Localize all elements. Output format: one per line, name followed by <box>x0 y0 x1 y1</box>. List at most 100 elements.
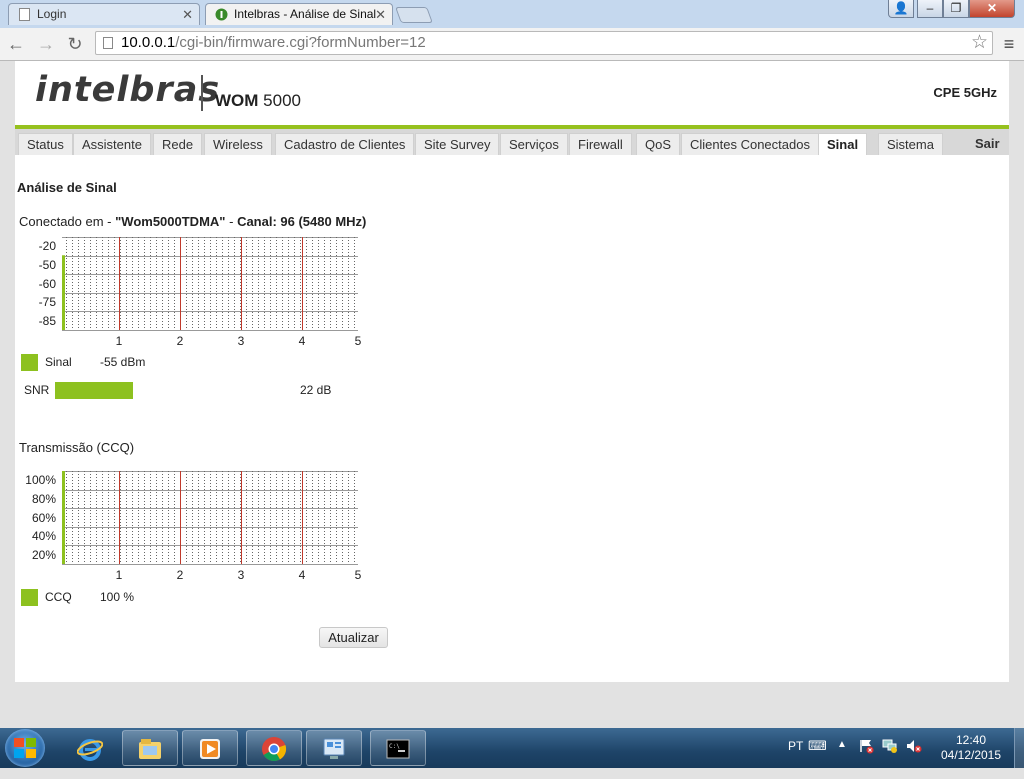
clock-date: 04/12/2015 <box>940 748 1002 762</box>
close-icon[interactable]: ✕ <box>375 4 386 25</box>
device-type: CPE 5GHz <box>933 85 997 100</box>
tab-login-title: Login <box>37 7 67 21</box>
signal-legend-value: -55 dBm <box>100 355 146 369</box>
file-explorer-icon <box>139 739 161 759</box>
show-desktop-button[interactable] <box>1014 728 1024 768</box>
nav-clientes-conectados[interactable]: Clientes Conectados <box>681 133 819 155</box>
snr-value: 22 dB <box>300 383 332 397</box>
y-tick-label: 60% <box>32 511 56 525</box>
x-tick-label: 4 <box>299 568 306 582</box>
forward-icon[interactable]: → <box>34 33 58 55</box>
taskbar-explorer[interactable] <box>122 730 178 766</box>
clock-time: 12:40 <box>955 733 987 747</box>
x-tick-label: 1 <box>116 334 123 348</box>
close-window-button[interactable]: ✕ <box>969 0 1015 18</box>
nav-status[interactable]: Status <box>18 133 73 155</box>
chart-plot-area <box>62 237 358 330</box>
ccq-legend-label: CCQ <box>45 590 72 604</box>
windows-logo-icon <box>14 738 36 758</box>
nav-site-survey[interactable]: Site Survey <box>415 133 500 155</box>
back-icon[interactable]: ← <box>4 33 28 55</box>
address-bar[interactable]: 10.0.0.1/cgi-bin/firmware.cgi?formNumber… <box>95 31 993 55</box>
y-tick-label: -75 <box>39 295 57 309</box>
x-tick-label: 5 <box>355 568 362 582</box>
menu-icon[interactable]: ≡ <box>1000 33 1018 55</box>
show-hidden-icons-icon[interactable]: ▲ <box>837 739 847 779</box>
nav-sinal[interactable]: Sinal <box>818 133 868 156</box>
ccq-title: Transmissão (CCQ) <box>19 440 135 455</box>
nav-wireless[interactable]: Wireless <box>204 133 272 155</box>
x-tick-label: 3 <box>238 334 245 348</box>
ccq-legend-value: 100 % <box>100 590 135 604</box>
action-center-flag-icon[interactable] <box>858 738 874 778</box>
logout-link[interactable]: Sair <box>975 133 1000 155</box>
nav-servicos[interactable]: Serviços <box>500 133 568 155</box>
ccq-legend-swatch <box>21 589 38 606</box>
taskbar-chrome[interactable] <box>246 730 302 766</box>
taskbar-cmd[interactable]: C:\ <box>370 730 426 766</box>
internet-explorer-icon <box>77 739 103 761</box>
system-clock[interactable]: 12:40 04/12/2015 <box>930 733 1012 763</box>
y-tick-label: -20 <box>39 239 57 253</box>
ssid: "Wom5000TDMA" <box>115 214 226 229</box>
svg-text:C:\: C:\ <box>389 743 400 750</box>
maximize-button[interactable]: ❐ <box>943 0 969 18</box>
intelbras-favicon-icon <box>215 8 228 21</box>
main-nav: Status Assistente Rede Wireless Cadastro… <box>15 129 1009 156</box>
nav-rede[interactable]: Rede <box>153 133 203 155</box>
main-content: Análise de Sinal Conectado em - "Wom5000… <box>15 155 1009 682</box>
taskbar-ie[interactable] <box>62 730 118 766</box>
tab-login[interactable]: Login ✕ <box>8 3 200 25</box>
bookmark-star-icon[interactable]: ☆ <box>971 32 988 54</box>
snr-bar <box>55 382 133 399</box>
x-tick-label: 1 <box>116 568 123 582</box>
chrome-icon <box>262 737 287 762</box>
new-tab-button[interactable] <box>395 7 433 23</box>
signal-legend-label: Sinal <box>45 355 72 369</box>
x-tick-label: 3 <box>238 568 245 582</box>
taskbar-media[interactable] <box>182 730 238 766</box>
browser-titlebar: Login ✕ Intelbras - Análise de Sinal ✕ 👤… <box>0 0 1024 28</box>
url-text[interactable]: 10.0.0.1/cgi-bin/firmware.cgi?formNumber… <box>121 34 426 51</box>
logo-divider <box>201 75 203 111</box>
nav-assistente[interactable]: Assistente <box>73 133 151 155</box>
page-header: intelbras WOM 5000 CPE 5GHz <box>15 61 1009 126</box>
page-title: Análise de Sinal <box>17 180 117 195</box>
page-icon <box>19 8 30 21</box>
taskbar-control-panel[interactable] <box>306 730 362 766</box>
y-tick-label: 100% <box>25 473 56 487</box>
language-indicator[interactable]: PT <box>788 739 803 779</box>
x-tick-label: 2 <box>177 334 184 348</box>
value-bar <box>62 471 65 564</box>
nav-firewall[interactable]: Firewall <box>569 133 632 155</box>
user-icon[interactable]: 👤 <box>888 0 914 18</box>
y-tick-label: 80% <box>32 492 56 506</box>
page-icon <box>103 37 113 49</box>
close-icon[interactable]: ✕ <box>182 4 193 25</box>
volume-muted-icon[interactable] <box>906 738 922 778</box>
y-tick-label: -60 <box>39 277 57 291</box>
y-tick-label: 20% <box>32 548 56 562</box>
nav-sistema[interactable]: Sistema <box>878 133 943 155</box>
y-tick-label: 40% <box>32 529 56 543</box>
minimize-button[interactable]: – <box>917 0 943 18</box>
model-name: WOM 5000 <box>215 91 301 110</box>
nav-qos[interactable]: QoS <box>636 133 681 155</box>
intelbras-logo: intelbras <box>35 70 221 110</box>
start-button[interactable] <box>5 729 45 767</box>
chart-plot-area <box>62 471 358 564</box>
update-button[interactable]: Atualizar <box>319 627 388 648</box>
tab-signal-analysis[interactable]: Intelbras - Análise de Sinal ✕ <box>205 3 393 25</box>
windows-taskbar: C:\ PT ⌨ ▲ 12:40 04/12/2015 <box>0 728 1024 768</box>
media-player-icon <box>200 739 220 759</box>
x-tick-label: 2 <box>177 568 184 582</box>
value-bar <box>62 255 65 330</box>
signal-chart: 1 2 3 4 5 -20 -50 -60 -75 -85 <box>39 237 362 348</box>
browser-toolbar: ← → ↻ 10.0.0.1/cgi-bin/firmware.cgi?form… <box>0 28 1024 61</box>
network-icon[interactable] <box>882 738 898 778</box>
reload-icon[interactable]: ↻ <box>63 33 87 55</box>
nav-cadastro-clientes[interactable]: Cadastro de Clientes <box>275 133 415 155</box>
command-prompt-icon: C:\ <box>386 739 410 759</box>
keyboard-icon[interactable]: ⌨ <box>808 738 827 778</box>
snr-label: SNR <box>24 383 50 397</box>
